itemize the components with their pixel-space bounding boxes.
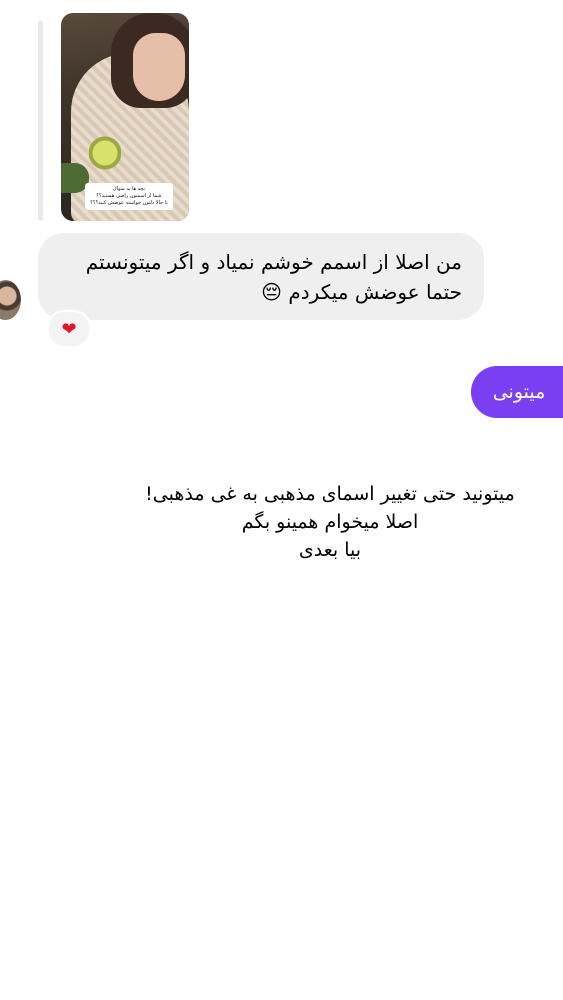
story-photo-face	[133, 33, 185, 101]
story-caption: بچه ها یه سوال شما از اسمتون راضی هستید؟…	[85, 183, 173, 210]
outgoing-message-text: میتونی	[492, 381, 546, 403]
overlay-caption-line: اصلا میخوام همینو بگم	[241, 511, 419, 533]
heart-reaction-icon[interactable]: ❤	[47, 310, 91, 348]
incoming-message-line: من اصلا از اسمم خوشم نمیاد و اگر میتونست…	[85, 250, 462, 274]
overlay-caption: میتونید حتی تغییر اسمای مذهبی به غی مذهب…	[120, 480, 540, 564]
story-reply-thumbnail[interactable]: بچه ها یه سوال شما از اسمتون راضی هستید؟…	[61, 13, 189, 221]
incoming-message-bubble[interactable]: من اصلا از اسمم خوشم نمیاد و اگر میتونست…	[38, 233, 484, 320]
story-caption-line: بچه ها یه سوال	[112, 186, 146, 192]
reply-indicator-bar	[38, 20, 43, 221]
sender-avatar[interactable]	[0, 280, 21, 320]
overlay-caption-line: بیا بعدی	[298, 539, 362, 561]
overlay-caption-line: میتونید حتی تغییر اسمای مذهبی به غی مذهب…	[145, 483, 515, 505]
outgoing-message-bubble[interactable]: میتونی	[471, 366, 563, 418]
incoming-message-line: حتما عوضش میکردم 😔	[261, 280, 462, 304]
story-photo-drink	[89, 131, 121, 171]
story-caption-line: شما از اسمتون راضی هستید؟؟	[96, 193, 162, 199]
story-caption-line: تا حالا دلتون خواسته عوضش کنید؟؟؟	[90, 200, 168, 206]
